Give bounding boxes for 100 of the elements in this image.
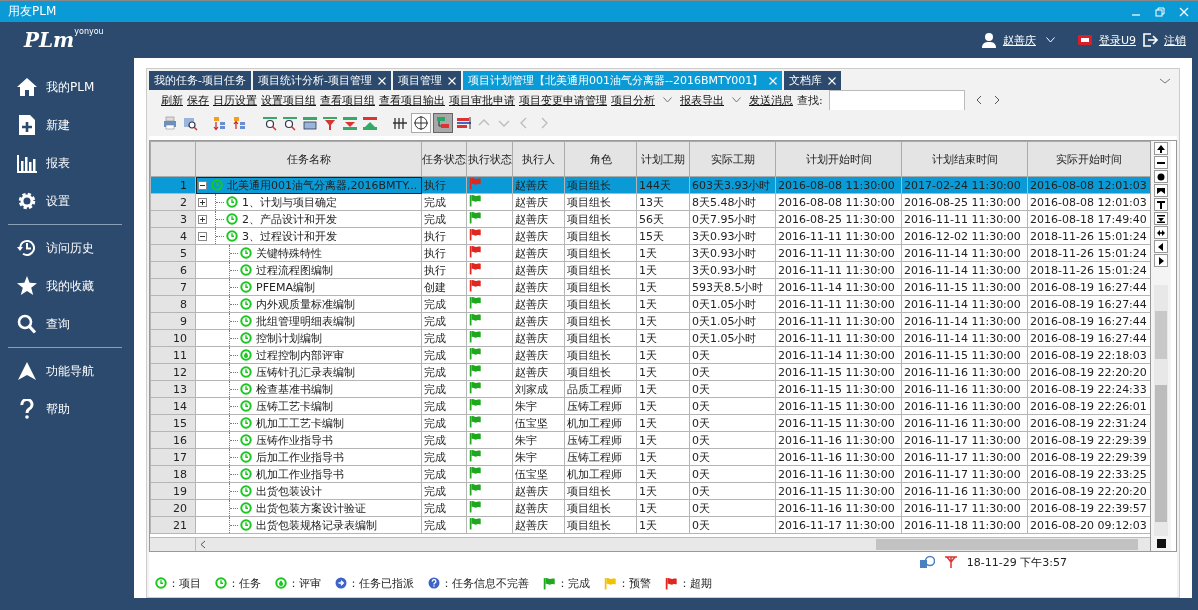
column-header[interactable]: 执行状态 [466, 141, 513, 177]
new-document-icon [16, 115, 38, 135]
sidebar-item[interactable]: 我的PLM [8, 68, 122, 106]
login-link[interactable]: 登录U9 [1098, 32, 1136, 48]
toolbar-link[interactable]: 发送消息 [749, 92, 793, 108]
tab[interactable]: 项目管理 [392, 71, 461, 90]
plan-start-time: 2016-11-14 11:30:00 [775, 278, 902, 296]
task-clock-icon [226, 230, 238, 242]
left-icon[interactable] [1154, 240, 1168, 253]
column-header[interactable]: 实际工期 [689, 141, 776, 177]
toolbar-link[interactable]: 报表导出 [680, 92, 724, 108]
collapse-toggle-icon[interactable] [198, 231, 207, 241]
actual-duration: 3天0.93小时 [689, 227, 776, 245]
role-cell: 压铸工程师 [564, 431, 637, 449]
task-name: 3、过程设计和开发 [242, 228, 337, 244]
task-status: 完成 [421, 516, 467, 534]
legend-label: ：任务 [228, 575, 261, 591]
right-icon[interactable] [1154, 254, 1168, 267]
toolbar-link[interactable]: 日历设置 [213, 92, 257, 108]
collapse-all-icon[interactable] [1154, 212, 1168, 225]
logout-icon[interactable] [1142, 32, 1158, 48]
progress-bars-icon[interactable] [455, 114, 473, 132]
role-cell: 项目组长 [564, 312, 637, 330]
sidebar-item[interactable]: 我的收藏 [8, 267, 122, 305]
close-icon[interactable] [377, 76, 386, 85]
sidebar-item[interactable]: 设置 [8, 182, 122, 220]
task-clock-icon [240, 468, 252, 480]
expand-toggle-icon[interactable] [198, 197, 207, 207]
plan-start-time: 2016-11-11 11:30:00 [775, 261, 902, 279]
user-icon [980, 32, 997, 48]
close-icon[interactable] [828, 76, 837, 85]
user-name-link[interactable]: 赵善庆 [1002, 32, 1036, 48]
plan-end-time: 2016-11-16 11:30:00 [901, 414, 1028, 432]
actual-duration: 0天 [689, 482, 776, 500]
toolbar-link[interactable]: 项目审批申请 [449, 92, 515, 108]
column-header[interactable]: 实际开始时间 [1027, 141, 1150, 177]
plan-duration: 1天 [636, 312, 690, 330]
dot-icon[interactable] [1154, 170, 1168, 183]
expand-toggle-icon[interactable] [198, 214, 207, 224]
role-cell: 项目组长 [564, 329, 637, 347]
sidebar-item[interactable]: 查询 [8, 305, 122, 343]
toolbar-link[interactable]: 项目分析 [611, 92, 655, 108]
plan-start-time: 2016-11-14 11:30:00 [775, 346, 902, 364]
vertical-scrollbar[interactable] [1154, 285, 1168, 536]
split-icon[interactable] [1154, 226, 1168, 239]
task-clock-icon [240, 434, 252, 446]
tab[interactable]: 文档库 [784, 71, 842, 90]
minus-icon[interactable] [1154, 156, 1168, 169]
caret-icon[interactable] [732, 97, 741, 103]
plan-duration: 1天 [636, 516, 690, 534]
chevron-left-icon[interactable] [974, 95, 983, 105]
column-header[interactable]: 计划结束时间 [901, 141, 1028, 177]
logout-link[interactable]: 注销 [1164, 32, 1186, 48]
column-header[interactable]: 执行人 [512, 141, 565, 177]
zoom-out-icon[interactable] [281, 114, 299, 132]
printer-icon[interactable] [161, 114, 179, 132]
collapse-toggle-icon[interactable] [198, 180, 207, 190]
toolbar-link[interactable]: 保存 [187, 92, 209, 108]
caret-icon[interactable] [663, 97, 672, 103]
close-icon[interactable] [447, 76, 456, 85]
task-status: 完成 [421, 312, 467, 330]
actual-duration: 593天8.5小时 [689, 278, 776, 296]
add-icon[interactable] [1154, 142, 1168, 155]
filter-icon[interactable] [321, 114, 339, 132]
column-header[interactable]: 计划工期 [636, 141, 690, 177]
toolbar-link[interactable]: 项目变更申请管理 [519, 92, 607, 108]
column-header[interactable]: 任务名称 [195, 141, 422, 177]
zoom-in-icon[interactable] [261, 114, 279, 132]
bar-down-icon[interactable] [341, 114, 359, 132]
stop-icon[interactable] [1156, 539, 1166, 548]
bookmark-icon[interactable] [1154, 184, 1168, 197]
plan-end-time: 2016-11-14 11:30:00 [901, 329, 1028, 347]
sidebar-item[interactable]: 访问历史 [8, 229, 122, 267]
toolbar-link[interactable]: 查看项目组 [320, 92, 375, 108]
sidebar-item[interactable]: 报表 [8, 144, 122, 182]
toolbar-link[interactable]: 刷新 [161, 92, 183, 108]
search-field[interactable] [828, 89, 965, 111]
column-header[interactable]: 角色 [564, 141, 637, 177]
chevron-right-icon[interactable] [992, 95, 1001, 105]
column-header[interactable]: 任务状态 [421, 141, 467, 177]
tab[interactable]: 项目统计分析-项目管理 [253, 71, 391, 90]
task-name: 过程控制内部评审 [256, 347, 344, 363]
column-header[interactable]: 计划开始时间 [775, 141, 902, 177]
task-clock-icon [240, 366, 252, 378]
sidebar-item[interactable]: 帮助 [8, 390, 122, 428]
executor-name: 朱宇 [512, 448, 565, 466]
sidebar-item[interactable]: 功能导航 [8, 352, 122, 390]
toolbar-link[interactable]: 查看项目输出 [379, 92, 445, 108]
task-status: 完成 [421, 380, 467, 398]
scroll-left-icon[interactable] [199, 540, 207, 549]
tab[interactable]: 我的任务-项目任务 [149, 71, 251, 90]
legend-label: ：项目 [168, 575, 201, 591]
bar-up-icon[interactable] [361, 114, 379, 132]
toolbar-link[interactable]: 设置项目组 [261, 92, 316, 108]
plan-duration: 1天 [636, 499, 690, 517]
role-cell: 项目组长 [564, 363, 637, 381]
sidebar-item[interactable]: 新建 [8, 106, 122, 144]
actual-duration: 0天 [689, 363, 776, 381]
top-icon[interactable] [1154, 198, 1168, 211]
crosshair-icon[interactable] [411, 113, 431, 133]
